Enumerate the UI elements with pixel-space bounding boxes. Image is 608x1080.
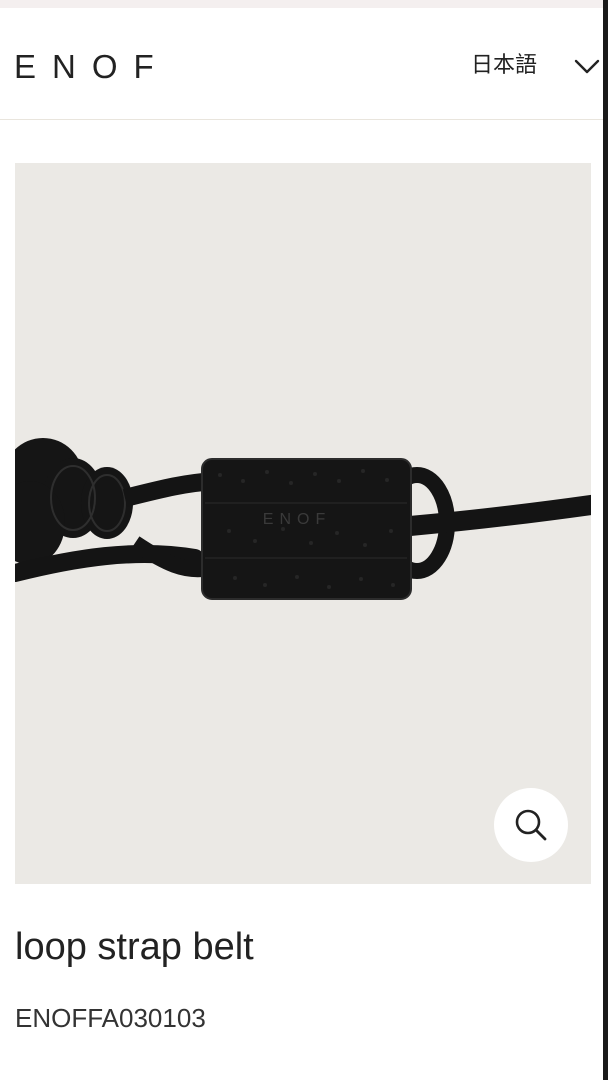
language-selector-label[interactable]: 日本語 bbox=[471, 52, 537, 80]
top-strip bbox=[0, 0, 608, 8]
brand-logo[interactable]: ENOF bbox=[14, 48, 170, 86]
embossed-logo: ENOF bbox=[263, 511, 331, 528]
scrollbar-edge bbox=[603, 0, 608, 1080]
zoom-button[interactable] bbox=[494, 788, 568, 862]
product-image[interactable]: ENOF bbox=[15, 163, 591, 884]
search-icon bbox=[515, 809, 547, 841]
belt-illustration: ENOF bbox=[15, 438, 591, 600]
product-title: loop strap belt bbox=[15, 926, 254, 968]
site-header: ENOF 日本語 bbox=[0, 8, 603, 120]
product-sku: ENOFFA030103 bbox=[15, 1003, 206, 1033]
chevron-down-icon[interactable] bbox=[574, 59, 600, 75]
